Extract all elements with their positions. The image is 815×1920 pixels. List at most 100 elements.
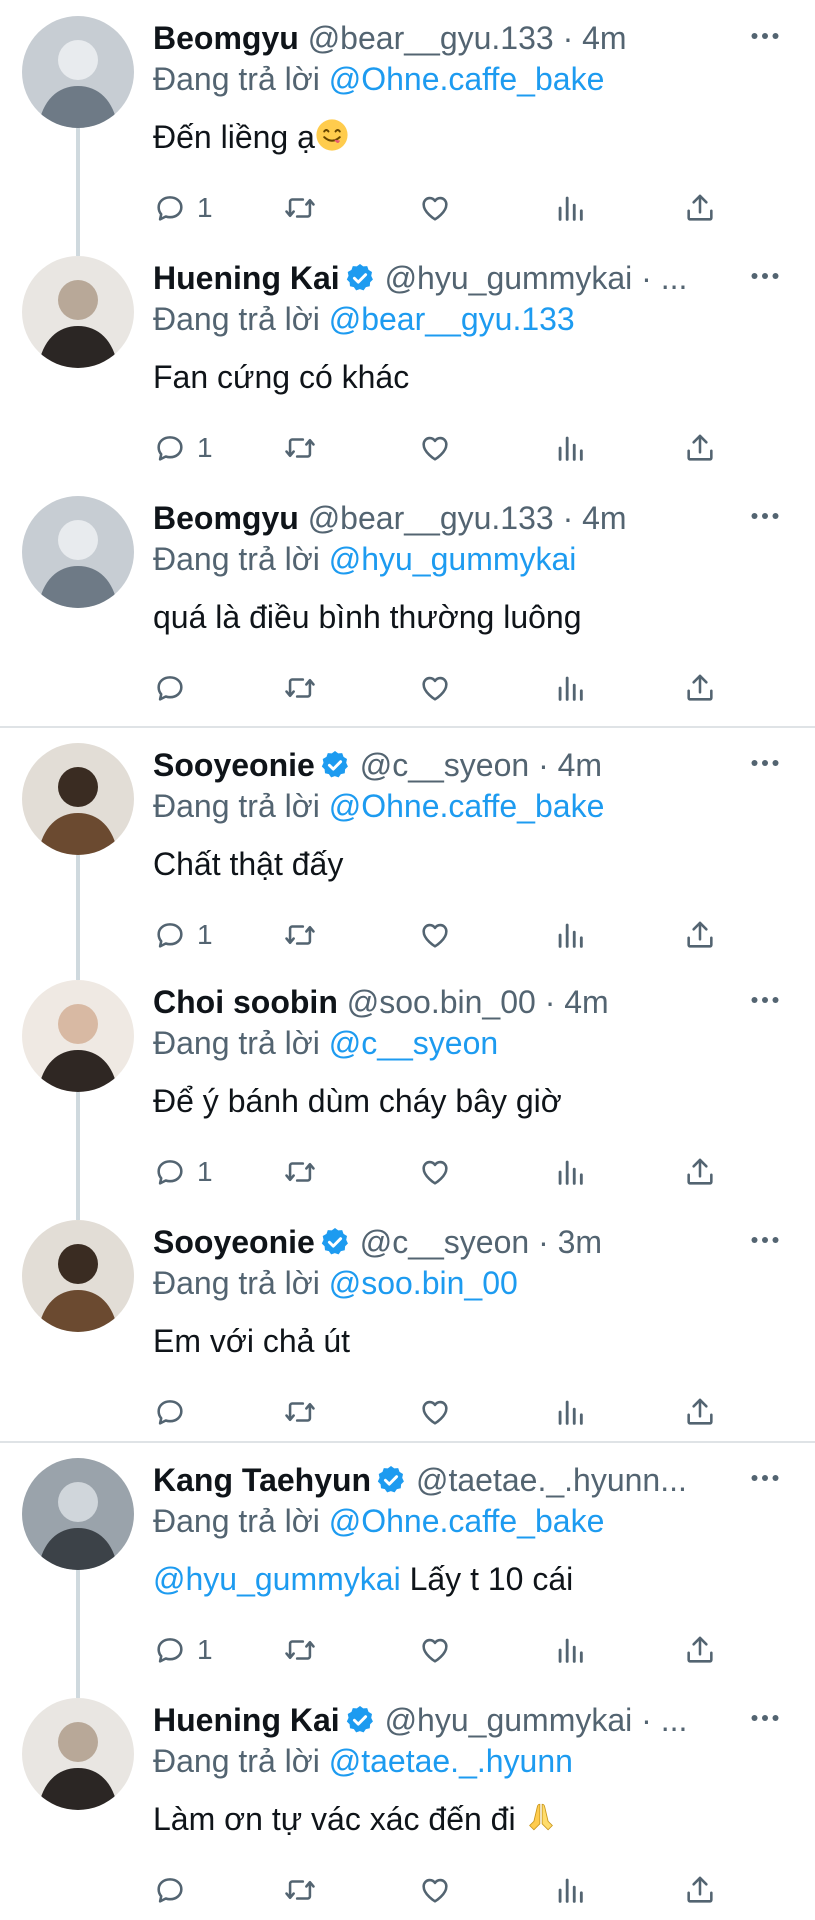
retweet-button[interactable] <box>283 668 317 708</box>
avatar[interactable] <box>22 16 134 128</box>
views-icon <box>553 1873 587 1907</box>
reply-tweet[interactable]: Choi soobin @soo.bin_00 · 4m Đang trả lời… <box>0 964 815 1204</box>
reply-tweet[interactable]: Beomgyu @bear__gyu.133 · 4m Đang trả lời … <box>0 480 815 727</box>
avatar[interactable] <box>22 1220 134 1332</box>
more-options-icon[interactable] <box>747 1700 783 1736</box>
views-icon <box>553 431 587 465</box>
views-button[interactable] <box>553 915 587 955</box>
retweet-button[interactable] <box>283 1870 317 1910</box>
display-name[interactable]: Huening Kai <box>153 260 340 296</box>
display-name[interactable]: Sooyeonie <box>153 747 315 783</box>
tweet-body: Fan cứng có khác <box>153 356 409 398</box>
views-button[interactable] <box>553 1630 587 1670</box>
user-handle[interactable]: @c__syeon <box>360 1224 529 1260</box>
like-button[interactable] <box>418 1630 452 1670</box>
avatar[interactable] <box>22 256 134 368</box>
reply-tweet[interactable]: Huening Kai @hyu_gummykai · ... Đang trả … <box>0 240 815 480</box>
user-handle[interactable]: @hyu_gummykai <box>385 260 633 296</box>
share-button[interactable] <box>683 188 717 228</box>
retweet-button[interactable] <box>283 1152 317 1192</box>
retweet-button[interactable] <box>283 1392 317 1432</box>
avatar[interactable] <box>22 1698 134 1810</box>
views-button[interactable] <box>553 188 587 228</box>
share-button[interactable] <box>683 428 717 468</box>
views-icon <box>553 1155 587 1189</box>
like-button[interactable] <box>418 1870 452 1910</box>
replying-to-mention[interactable]: @hyu_gummykai <box>329 541 577 577</box>
display-name[interactable]: Choi soobin <box>153 984 338 1020</box>
replying-to-mention[interactable]: @Ohne.caffe_bake <box>329 61 605 97</box>
reply-button[interactable]: 1 <box>153 1630 213 1670</box>
user-handle[interactable]: @soo.bin_00 <box>347 984 536 1020</box>
reply-tweet[interactable]: Beomgyu @bear__gyu.133 · 4m Đang trả lời … <box>0 0 815 240</box>
retweet-button[interactable] <box>283 915 317 955</box>
user-handle[interactable]: @hyu_gummykai <box>385 1702 633 1738</box>
reply-button[interactable]: 1 <box>153 428 213 468</box>
retweet-button[interactable] <box>283 428 317 468</box>
user-handle[interactable]: @c__syeon <box>360 747 529 783</box>
display-name[interactable]: Beomgyu <box>153 20 299 56</box>
reply-button[interactable] <box>153 668 187 708</box>
reply-button[interactable]: 1 <box>153 1152 213 1192</box>
user-handle[interactable]: @bear__gyu.133 <box>308 20 554 56</box>
avatar[interactable] <box>22 1458 134 1570</box>
reply-tweet[interactable]: Sooyeonie @c__syeon · 3m Đang trả lời @so… <box>0 1204 815 1442</box>
share-button[interactable] <box>683 1870 717 1910</box>
reply-tweet[interactable]: Sooyeonie @c__syeon · 4m Đang trả lời @Oh… <box>0 727 815 964</box>
like-button[interactable] <box>418 668 452 708</box>
body-mention-link[interactable]: @hyu_gummykai <box>153 1561 401 1597</box>
retweet-button[interactable] <box>283 188 317 228</box>
display-name[interactable]: Kang Taehyun <box>153 1462 371 1498</box>
views-button[interactable] <box>553 428 587 468</box>
reply-button[interactable]: 1 <box>153 915 213 955</box>
replying-to-mention[interactable]: @soo.bin_00 <box>329 1265 518 1301</box>
more-options-icon[interactable] <box>747 18 783 54</box>
views-button[interactable] <box>553 1152 587 1192</box>
more-options-icon[interactable] <box>747 745 783 781</box>
more-options-icon[interactable] <box>747 1460 783 1496</box>
share-button[interactable] <box>683 668 717 708</box>
reply-button[interactable] <box>153 1870 187 1910</box>
replying-to-mention[interactable]: @c__syeon <box>329 1025 498 1061</box>
like-button[interactable] <box>418 1152 452 1192</box>
replying-to-mention[interactable]: @bear__gyu.133 <box>329 301 575 337</box>
display-name[interactable]: Beomgyu <box>153 500 299 536</box>
user-handle[interactable]: @taetae._.hyunn... <box>416 1462 687 1498</box>
like-button[interactable] <box>418 1392 452 1432</box>
share-button[interactable] <box>683 1630 717 1670</box>
avatar[interactable] <box>22 496 134 608</box>
tweet-header: Kang Taehyun @taetae._.hyunn... <box>153 1460 745 1500</box>
like-button[interactable] <box>418 428 452 468</box>
reply-button[interactable]: 1 <box>153 188 213 228</box>
reply-tweet[interactable]: Huening Kai @hyu_gummykai · ... Đang trả … <box>0 1682 815 1920</box>
replying-to-mention[interactable]: @taetae._.hyunn <box>329 1743 573 1779</box>
views-button[interactable] <box>553 1870 587 1910</box>
views-button[interactable] <box>553 1392 587 1432</box>
user-handle[interactable]: @bear__gyu.133 <box>308 500 554 536</box>
share-button[interactable] <box>683 1152 717 1192</box>
more-options-icon[interactable] <box>747 982 783 1018</box>
more-options-icon[interactable] <box>747 498 783 534</box>
share-button[interactable] <box>683 1392 717 1432</box>
replying-to-mention[interactable]: @Ohne.caffe_bake <box>329 1503 605 1539</box>
share-button[interactable] <box>683 915 717 955</box>
tweet-text: Đến liềng ạ <box>153 119 315 155</box>
replying-to-line: Đang trả lời @c__syeon <box>153 1022 498 1064</box>
views-button[interactable] <box>553 668 587 708</box>
reply-button[interactable] <box>153 1392 187 1432</box>
replying-to-mention[interactable]: @Ohne.caffe_bake <box>329 788 605 824</box>
avatar[interactable] <box>22 743 134 855</box>
more-options-icon[interactable] <box>747 1222 783 1258</box>
reply-tweet[interactable]: Kang Taehyun @taetae._.hyunn... Đang trả… <box>0 1442 815 1682</box>
share-icon <box>683 1155 717 1189</box>
display-name[interactable]: Huening Kai <box>153 1702 340 1738</box>
timestamp: ... <box>660 1702 688 1738</box>
more-options-icon[interactable] <box>747 258 783 294</box>
retweet-button[interactable] <box>283 1630 317 1670</box>
display-name[interactable]: Sooyeonie <box>153 1224 315 1260</box>
replying-to-line: Đang trả lời @Ohne.caffe_bake <box>153 58 604 100</box>
avatar[interactable] <box>22 980 134 1092</box>
like-button[interactable] <box>418 188 452 228</box>
tweet-header: Beomgyu @bear__gyu.133 · 4m <box>153 18 745 58</box>
like-button[interactable] <box>418 915 452 955</box>
